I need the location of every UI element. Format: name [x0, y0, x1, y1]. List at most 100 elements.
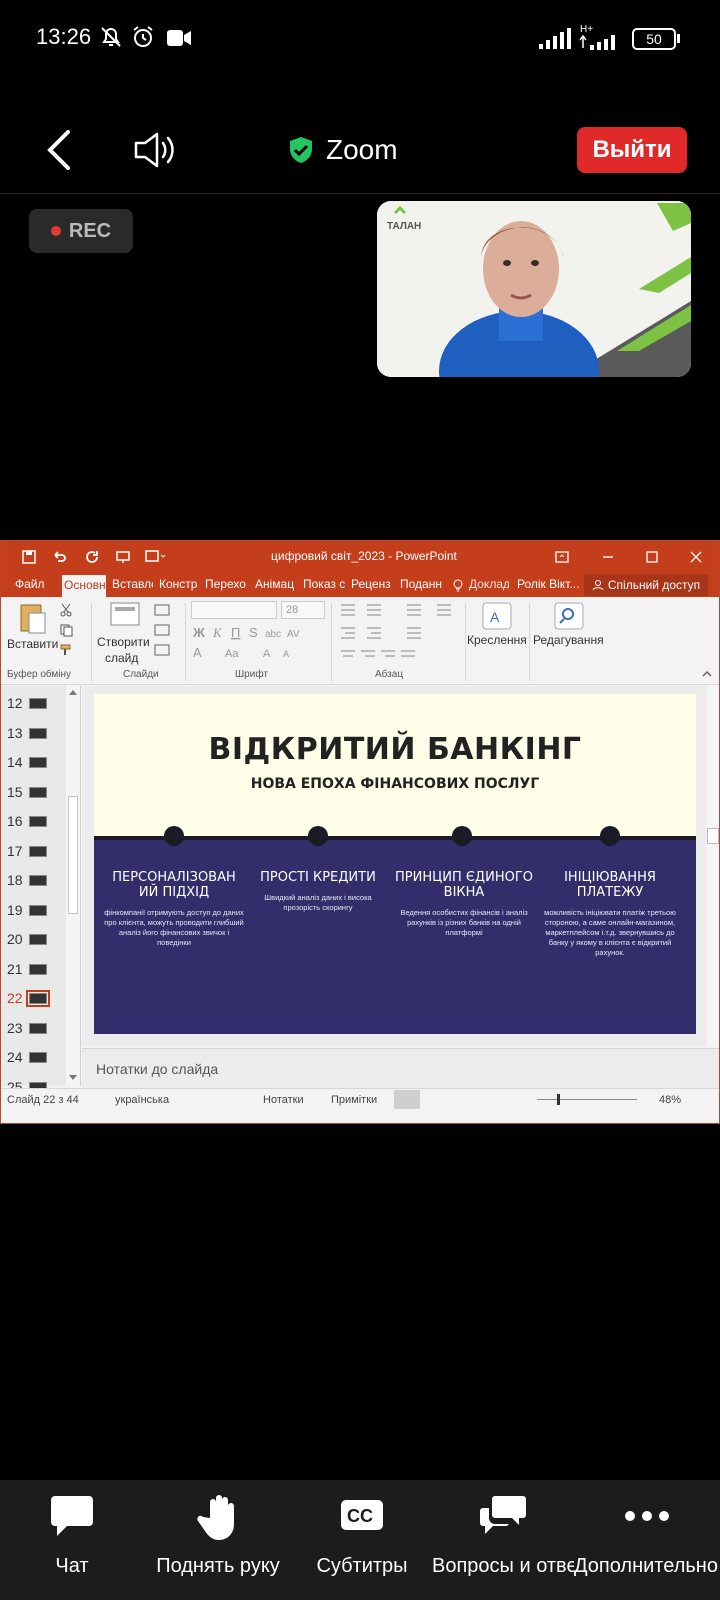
- drawing-icon[interactable]: A: [481, 601, 513, 631]
- tab-transitions[interactable]: Перехо: [205, 577, 249, 591]
- layout-dropdown-icon[interactable]: [145, 549, 167, 565]
- subtitles-button[interactable]: CC Субтитры: [314, 1492, 410, 1592]
- more-button[interactable]: Дополнительно: [574, 1492, 720, 1592]
- recording-label: REC: [68, 219, 112, 242]
- ribbon-home: Вставити Буфер обміну Створити слайд Сла…: [1, 597, 719, 685]
- speaker-button[interactable]: [130, 126, 180, 174]
- slideshow-icon[interactable]: [115, 549, 131, 565]
- thumbnail-scrollbar[interactable]: [66, 686, 80, 1086]
- paste-button[interactable]: Вставити: [7, 637, 58, 651]
- participant-video[interactable]: ТАЛАН: [377, 201, 691, 377]
- canvas-scroll-thumb[interactable]: [707, 828, 719, 844]
- editing-button[interactable]: Редагування: [533, 633, 604, 647]
- ribbon-tabs: Файл Основн Вставле Констр Перехо Анімац…: [1, 573, 719, 597]
- language-label[interactable]: українська: [115, 1094, 169, 1106]
- new-slide-label-2[interactable]: слайд: [105, 651, 138, 665]
- slide-thumbnail[interactable]: 24: [1, 1046, 65, 1070]
- slide-thumbnail-preview: [29, 698, 47, 709]
- redo-icon[interactable]: [85, 549, 101, 565]
- slide-column: ПЕРСОНАЛІЗОВАН ИЙ ПІДХІД фінкомпанії отр…: [104, 870, 244, 948]
- slide-thumbnail[interactable]: 23: [1, 1017, 65, 1041]
- tab-insert[interactable]: Вставле: [112, 577, 153, 591]
- paste-icon[interactable]: [17, 601, 49, 635]
- minimize-icon[interactable]: [601, 550, 615, 564]
- slide-thumbnail[interactable]: 16: [1, 810, 65, 834]
- account-name[interactable]: Ролік Вікт...: [517, 577, 579, 591]
- new-slide-icon[interactable]: [109, 601, 141, 629]
- slide-thumbnail[interactable]: 19: [1, 899, 65, 923]
- qa-button[interactable]: Вопросы и отве: [432, 1492, 574, 1592]
- raise-hand-label: Поднять руку: [156, 1555, 280, 1577]
- scroll-down-icon[interactable]: [68, 1074, 78, 1082]
- current-slide[interactable]: ВІДКРИТИЙ БАНКІНГ НОВА ЕПОХА ФІНАНСОВИХ …: [94, 694, 696, 1034]
- raise-hand-button[interactable]: Поднять руку: [150, 1492, 286, 1592]
- tab-review[interactable]: Реценз: [351, 577, 395, 591]
- tab-tell-me[interactable]: Доклад: [469, 577, 509, 591]
- zoom-slider-thumb[interactable]: [557, 1094, 560, 1105]
- notes-toggle[interactable]: Нотатки: [263, 1094, 304, 1106]
- slide-thumbnail[interactable]: 20: [1, 928, 65, 952]
- comments-toggle[interactable]: Примітки: [331, 1094, 377, 1106]
- canvas-scrollbar[interactable]: [707, 686, 719, 1046]
- copy-icon[interactable]: [59, 623, 73, 637]
- new-slide-label-1[interactable]: Створити: [97, 635, 150, 649]
- slide-thumbnail-preview: [26, 990, 50, 1007]
- slide-thumbnail[interactable]: 17: [1, 840, 65, 864]
- recording-badge[interactable]: REC: [29, 209, 133, 253]
- svg-text:CC: CC: [347, 1506, 373, 1526]
- font-family-select[interactable]: [191, 601, 277, 619]
- slide-thumbnail[interactable]: 14: [1, 751, 65, 775]
- cut-icon[interactable]: [59, 603, 73, 617]
- tab-file[interactable]: Файл: [15, 577, 45, 591]
- font-size-select[interactable]: 28: [281, 601, 325, 619]
- ribbon-display-icon[interactable]: [555, 550, 569, 564]
- tab-home[interactable]: Основн: [62, 575, 106, 597]
- zoom-slider[interactable]: [537, 1099, 637, 1100]
- svg-text:A: A: [490, 609, 500, 625]
- scroll-up-icon[interactable]: [68, 688, 78, 696]
- tab-slideshow[interactable]: Показ с: [303, 577, 347, 591]
- share-button[interactable]: Спільний доступ: [584, 574, 708, 596]
- font-format-buttons[interactable]: Ж К П S abc AV A Aa A A: [191, 623, 321, 663]
- leave-meeting-button[interactable]: Выйти: [577, 127, 687, 173]
- slide-thumbnail[interactable]: 13: [1, 722, 65, 746]
- svg-text:abc: abc: [265, 629, 281, 640]
- notes-pane[interactable]: Нотатки до слайда: [82, 1048, 719, 1088]
- save-icon[interactable]: [21, 549, 37, 565]
- slide-thumbnail[interactable]: 15: [1, 781, 65, 805]
- slide-thumbnail-preview: [29, 816, 47, 827]
- thumbnail-scroll-thumb[interactable]: [68, 796, 78, 914]
- slide-thumbnail-number: 19: [7, 901, 23, 918]
- tab-view[interactable]: Поданн: [400, 577, 443, 591]
- ribbon-separator: [185, 603, 186, 681]
- slide-thumbnail-number: 12: [7, 695, 23, 711]
- slide-subtitle: НОВА ЕПОХА ФІНАНСОВИХ ПОСЛУГ: [250, 776, 540, 792]
- undo-icon[interactable]: [51, 549, 67, 565]
- paragraph-buttons[interactable]: [337, 601, 465, 663]
- slide-thumbnail[interactable]: 21: [1, 958, 65, 982]
- normal-view-icon[interactable]: [394, 1090, 420, 1109]
- back-button[interactable]: [40, 126, 80, 174]
- slide-thumbnail[interactable]: 12: [1, 692, 65, 716]
- collapse-ribbon-icon[interactable]: [701, 669, 713, 679]
- chat-button[interactable]: Чат: [30, 1492, 114, 1592]
- column-text: Ведення особистих фінансів і аналіз раху…: [400, 908, 528, 937]
- tab-animations[interactable]: Анімац: [255, 577, 297, 591]
- drawing-button[interactable]: Креслення: [467, 633, 527, 647]
- slide-counter: Слайд 22 з 44: [7, 1094, 79, 1106]
- slide-thumbnail-number: 21: [7, 960, 23, 977]
- qa-label: Вопросы и отве: [432, 1555, 574, 1577]
- zoom-level[interactable]: 48%: [659, 1094, 681, 1106]
- format-painter-icon[interactable]: [59, 643, 73, 657]
- slide-canvas[interactable]: ВІДКРИТИЙ БАНКІНГ НОВА ЕПОХА ФІНАНСОВИХ …: [82, 686, 706, 1046]
- shared-screen-powerpoint[interactable]: цифровий світ_2023 - PowerPoint Файл Осн…: [0, 540, 720, 1124]
- slide-layout-icons[interactable]: [153, 603, 179, 663]
- slide-thumbnail[interactable]: 18: [1, 869, 65, 893]
- tab-design[interactable]: Констр: [159, 577, 199, 591]
- document-title: цифровий світ_2023 - PowerPoint: [271, 549, 457, 563]
- close-icon[interactable]: [689, 550, 703, 564]
- maximize-icon[interactable]: [645, 550, 659, 564]
- slide-thumbnail[interactable]: 22: [1, 987, 65, 1011]
- magnifier-icon[interactable]: [553, 601, 585, 631]
- recording-dot-icon: [50, 226, 61, 236]
